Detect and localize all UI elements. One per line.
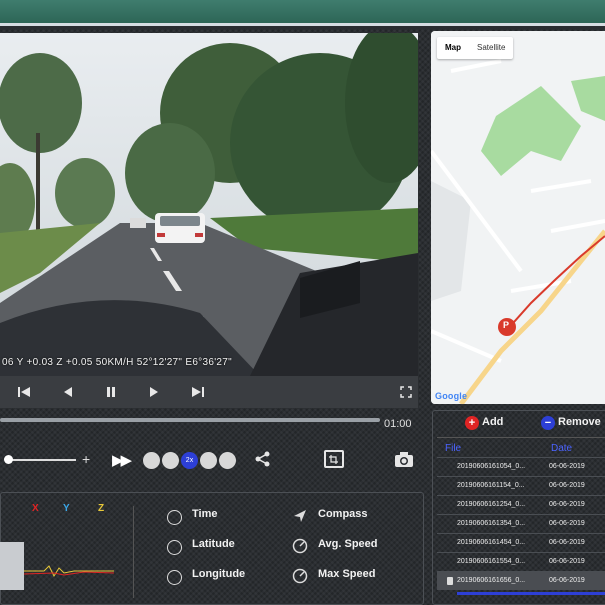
remove-icon[interactable]: − xyxy=(541,416,555,430)
file-row[interactable]: 20190606161354_0... 06-06-2019 xyxy=(437,514,605,533)
file-name: 20190606161154_0... xyxy=(457,482,525,489)
speed-dot-2x[interactable]: 2x xyxy=(181,452,198,469)
file-row[interactable]: 20190606161454_0... 06-06-2019 xyxy=(437,533,605,552)
capture-frame-icon[interactable] xyxy=(324,450,344,468)
file-date: 06-06-2019 xyxy=(549,577,585,584)
column-file[interactable]: File xyxy=(445,443,461,454)
map-canvas xyxy=(431,31,605,404)
pause-button[interactable] xyxy=(103,384,119,400)
speedometer-icon xyxy=(292,568,308,584)
column-date[interactable]: Date xyxy=(551,443,572,454)
fast-forward-icon[interactable]: ▶▶ xyxy=(112,451,132,469)
gps-overlay-text: 06 Y +0.03 Z +0.05 50KM/H 52°12'27" E6°3… xyxy=(2,357,232,368)
skip-back-icon xyxy=(18,387,30,397)
speed-dot-4[interactable] xyxy=(200,452,217,469)
longitude-label: Longitude xyxy=(192,568,246,580)
skip-back-button[interactable] xyxy=(16,384,32,400)
file-row[interactable]: 20190606161154_0... 06-06-2019 xyxy=(437,476,605,495)
play-button[interactable] xyxy=(146,384,162,400)
file-list-header xyxy=(437,437,605,457)
file-name: 20190606161354_0... xyxy=(457,520,526,527)
globe-icon xyxy=(167,570,182,585)
file-row[interactable]: 20190606161254_0... 06-06-2019 xyxy=(437,495,605,514)
skip-forward-button[interactable] xyxy=(190,384,206,400)
file-name: 20190606161454_0... xyxy=(457,539,526,546)
latitude-label: Latitude xyxy=(192,538,235,550)
file-row[interactable]: 20190606161054_0... 06-06-2019 xyxy=(437,457,605,476)
file-row-selected[interactable]: 20190606161656_0... 06-06-2019 xyxy=(437,571,605,590)
map-view[interactable]: Map Satellite P Google xyxy=(431,31,605,404)
pause-icon xyxy=(107,387,115,397)
remove-button[interactable]: Remove xyxy=(558,416,601,428)
max-speed-label: Max Speed xyxy=(318,568,376,580)
g-sensor-graph xyxy=(0,542,24,590)
speed-dot-1[interactable] xyxy=(143,452,160,469)
globe-icon xyxy=(167,540,182,555)
file-date: 06-06-2019 xyxy=(549,539,585,546)
map-marker-label: P xyxy=(503,320,510,330)
speedometer-icon xyxy=(292,538,308,554)
google-logo: Google xyxy=(435,391,468,401)
camera-icon[interactable] xyxy=(394,451,414,468)
speed-dot-5[interactable] xyxy=(219,452,236,469)
time-label: Time xyxy=(192,508,218,520)
file-name: 20190606161054_0... xyxy=(457,463,526,470)
axis-x-label: X xyxy=(32,503,39,514)
play-icon xyxy=(150,387,158,397)
file-date: 06-06-2019 xyxy=(549,501,585,508)
file-name: 20190606161554_0... xyxy=(457,558,526,565)
fullscreen-button[interactable] xyxy=(398,384,414,400)
timeline-time: 01:00 xyxy=(384,418,412,430)
tab-map[interactable]: Map xyxy=(437,37,469,59)
dashcam-frame xyxy=(0,33,418,376)
volume-knob[interactable] xyxy=(4,455,13,464)
video-control-bar xyxy=(0,376,418,408)
timeline-track[interactable] xyxy=(0,418,380,422)
g-sensor-trace xyxy=(24,565,114,578)
axis-y-label: Y xyxy=(63,503,70,514)
map-type-tabs: Map Satellite xyxy=(437,37,514,59)
speed-dot-2[interactable] xyxy=(162,452,179,469)
avg-speed-label: Avg. Speed xyxy=(318,538,378,550)
clock-icon xyxy=(167,510,182,525)
window-title-bar xyxy=(0,0,605,26)
compass-label: Compass xyxy=(318,508,368,520)
file-date: 06-06-2019 xyxy=(549,463,585,470)
file-row[interactable]: 20190606161554_0... 06-06-2019 xyxy=(437,552,605,571)
share-icon[interactable] xyxy=(254,450,272,468)
axis-z-label: Z xyxy=(98,503,105,514)
add-button[interactable]: Add xyxy=(482,416,503,428)
lock-icon xyxy=(447,577,453,585)
tab-satellite[interactable]: Satellite xyxy=(469,37,513,59)
file-date: 06-06-2019 xyxy=(549,482,585,489)
rewind-icon xyxy=(64,387,72,397)
compass-icon xyxy=(294,510,306,522)
file-date: 06-06-2019 xyxy=(549,520,585,527)
file-name: 20190606161656_0... xyxy=(457,577,526,584)
volume-up-button[interactable]: + xyxy=(82,451,90,467)
file-name: 20190606161254_0... xyxy=(457,501,526,508)
volume-slider[interactable] xyxy=(8,459,76,461)
crop-icon xyxy=(329,455,338,464)
rewind-button[interactable] xyxy=(60,384,76,400)
fullscreen-icon xyxy=(400,386,412,398)
file-list-scrollbar[interactable] xyxy=(457,592,605,595)
skip-forward-icon xyxy=(192,387,204,397)
panel-divider xyxy=(133,506,134,598)
file-date: 06-06-2019 xyxy=(549,558,585,565)
add-icon[interactable]: + xyxy=(465,416,479,430)
video-player[interactable] xyxy=(0,33,418,376)
